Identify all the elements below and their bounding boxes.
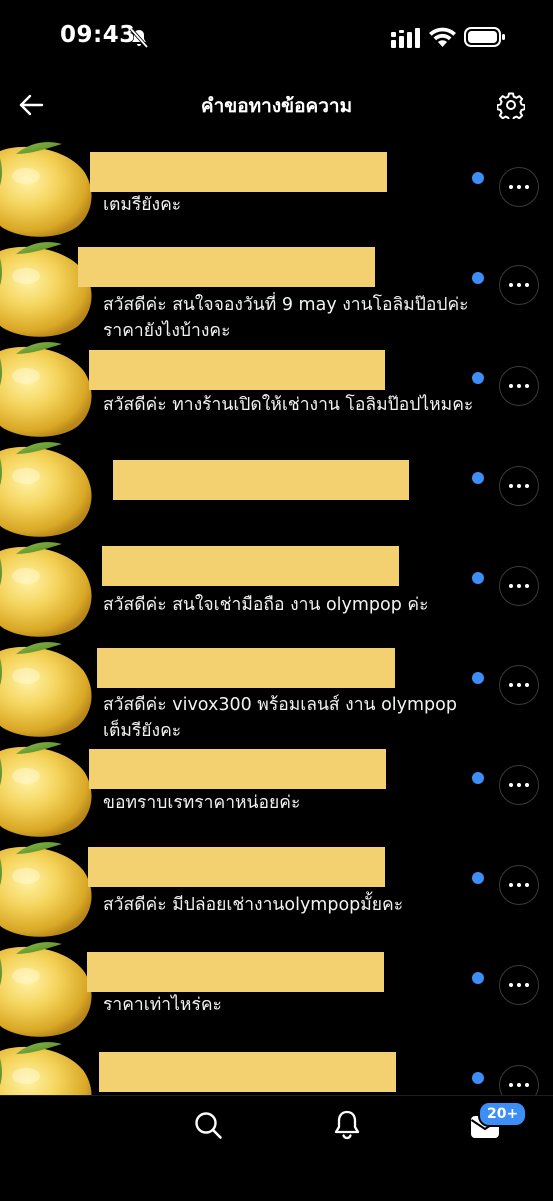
avatar	[0, 542, 92, 637]
unread-dot	[472, 772, 484, 784]
request-row[interactable]: สวัสดีค่ะ vivox300 พร้อมเลนส์ งาน olympo…	[0, 640, 553, 741]
more-options-button[interactable]	[499, 865, 539, 905]
redacted-username	[87, 952, 384, 992]
more-options-button[interactable]	[499, 167, 539, 207]
bottom-nav: 20+	[0, 1095, 553, 1201]
more-options-button[interactable]	[499, 665, 539, 705]
search-icon[interactable]	[193, 1110, 223, 1140]
message-request-list: เตมรียังคะ สวัสดีค่ะ สนใจจองวันที่ 9 may…	[0, 140, 553, 1095]
unread-dot	[472, 972, 484, 984]
avatar	[0, 742, 92, 837]
avatar	[0, 942, 92, 1037]
unread-dot	[472, 1072, 484, 1084]
avatar	[0, 142, 92, 237]
avatar	[0, 642, 92, 737]
more-options-button[interactable]	[499, 366, 539, 406]
unread-dot	[472, 872, 484, 884]
message-preview: ราคาเท่าไหร่คะ	[103, 995, 222, 1015]
more-options-button[interactable]	[499, 965, 539, 1005]
gear-icon[interactable]	[497, 91, 525, 119]
avatar	[0, 342, 92, 437]
request-row[interactable]	[0, 440, 553, 540]
status-bar: 09:43	[0, 0, 553, 76]
unread-dot	[472, 172, 484, 184]
unread-dot	[472, 672, 484, 684]
request-row[interactable]: ขอทราบเรทราคาหน่อยค่ะ	[0, 740, 553, 840]
more-options-button[interactable]	[499, 1065, 539, 1095]
notifications-bell-icon[interactable]	[332, 1109, 362, 1141]
more-options-button[interactable]	[499, 265, 539, 305]
redacted-username	[89, 749, 386, 789]
message-preview: สวัสดีค่ะ ทางร้านเปิดให้เช่างาน โอลิมป๊อ…	[103, 395, 474, 415]
message-preview: สวัสดีค่ะ สนใจเช่ามือถือ งาน olympop ค่ะ	[103, 595, 429, 615]
redacted-username	[97, 648, 395, 688]
request-row[interactable]: ราคาเท่าไหร่คะ	[0, 940, 553, 1040]
more-options-button[interactable]	[499, 566, 539, 606]
message-preview: สวัสดีค่ะ vivox300 พร้อมเลนส์ งาน olympo…	[103, 695, 457, 741]
avatar	[0, 442, 92, 537]
header: คำขอทางข้อความ	[0, 80, 553, 130]
battery-icon	[464, 27, 505, 47]
redacted-username	[78, 247, 375, 287]
message-preview: สวัสดีค่ะ มีปล่อยเช่างานolympopมั้ยคะ	[103, 895, 404, 915]
avatar	[0, 1042, 92, 1095]
request-row[interactable]: สวัสดีค่ะ สนใจจองวันที่ 9 may งานโอลิมป๊…	[0, 240, 553, 341]
more-options-button[interactable]	[499, 765, 539, 805]
unread-dot	[472, 372, 484, 384]
redacted-username	[88, 847, 385, 887]
request-row[interactable]: สวัสดีค่ะ ทางร้านเปิดให้เช่างาน โอลิมป๊อ…	[0, 340, 553, 440]
page-title: คำขอทางข้อความ	[200, 95, 353, 117]
unread-dot	[472, 472, 484, 484]
redacted-username	[113, 460, 409, 500]
wifi-icon	[429, 27, 456, 47]
redacted-username	[90, 152, 387, 192]
unread-dot	[472, 272, 484, 284]
bell-off-icon	[129, 27, 149, 49]
request-row[interactable]: สวัสดีค่ะ มีปล่อยเช่างานolympopมั้ยคะ	[0, 840, 553, 940]
inbox-count-badge: 20+	[478, 1101, 528, 1127]
status-time: 09:43	[60, 22, 136, 48]
cellular-signal-icon	[391, 28, 420, 48]
redacted-username	[102, 546, 399, 586]
request-row[interactable]: เตมรียังคะ	[0, 140, 553, 240]
request-row[interactable]	[0, 1040, 553, 1095]
more-options-button[interactable]	[499, 466, 539, 506]
unread-dot	[472, 572, 484, 584]
request-row[interactable]: สวัสดีค่ะ สนใจเช่ามือถือ งาน olympop ค่ะ	[0, 540, 553, 640]
message-preview: สวัสดีค่ะ สนใจจองวันที่ 9 may งานโอลิมป๊…	[103, 295, 469, 341]
redacted-username	[89, 350, 385, 390]
avatar	[0, 842, 92, 937]
message-preview: ขอทราบเรทราคาหน่อยค่ะ	[103, 793, 301, 813]
message-preview: เตมรียังคะ	[103, 195, 182, 215]
redacted-username	[99, 1052, 396, 1092]
